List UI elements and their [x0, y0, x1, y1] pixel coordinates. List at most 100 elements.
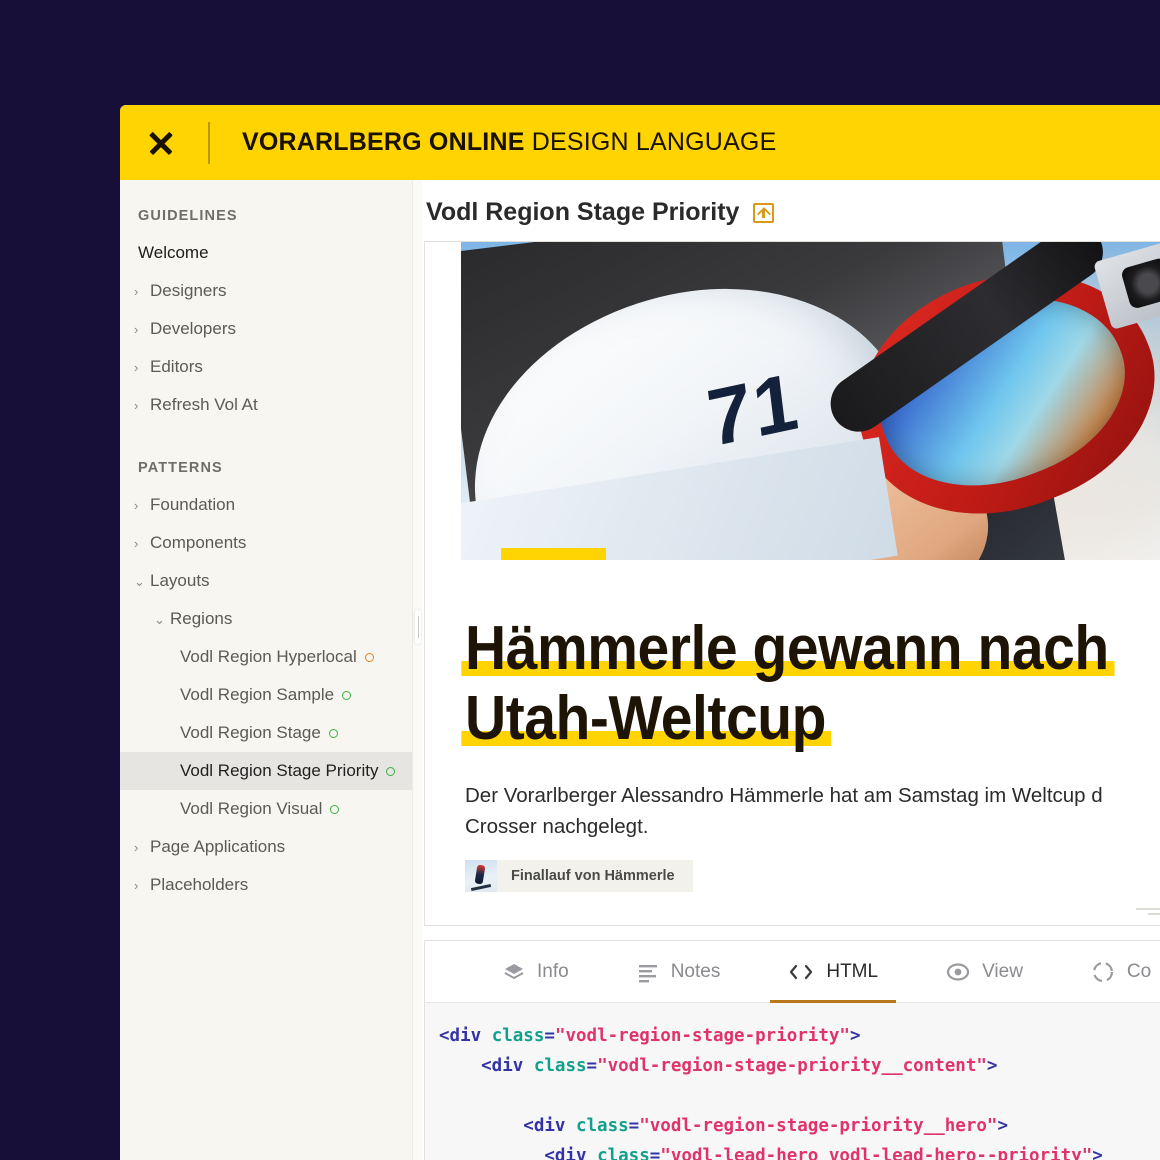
code-token: > [1092, 1146, 1103, 1160]
grip-line [1136, 908, 1160, 910]
code-icon [788, 962, 814, 982]
sidebar-item-designers[interactable]: › Designers [120, 272, 422, 310]
sidebar-item-label: Foundation [150, 495, 236, 514]
sidebar-item-vodl-region-stage[interactable]: Vodl Region Stage [120, 714, 422, 752]
code-token: <div [439, 1026, 482, 1046]
chevron-right-icon: › [134, 321, 139, 337]
app-header: VORARLBERG ONLINE DESIGN LANGUAGE [120, 105, 1160, 180]
page-header: Vodl Region Stage Priority [422, 180, 1160, 241]
code-token: class [533, 1056, 587, 1077]
code-token: > [986, 1056, 998, 1077]
status-dot-green [328, 728, 338, 738]
grip-line [1148, 913, 1160, 915]
code-token: > [849, 1026, 861, 1046]
chevron-right-icon: › [134, 535, 139, 551]
sidebar-item-label: Refresh Vol At [150, 395, 258, 414]
sidebar-item-label: Welcome [138, 243, 209, 262]
sidebar-item-label: Vodl Region Stage Priority [180, 761, 379, 780]
brand-name: VORARLBERG ONLINE [242, 128, 525, 156]
page-title: Vodl Region Stage Priority [426, 198, 740, 226]
code-token: class [575, 1116, 629, 1137]
tab-notes[interactable]: Notes [603, 941, 755, 1002]
sidebar-item-vodl-region-visual[interactable]: Vodl Region Visual [120, 790, 422, 828]
chevron-right-icon: › [134, 397, 139, 413]
list-icon [637, 961, 659, 983]
status-dot-orange [364, 652, 374, 662]
tab-co[interactable]: Co [1057, 941, 1160, 1002]
close-icon[interactable] [144, 126, 178, 160]
sidebar-item-editors[interactable]: › Editors [120, 348, 422, 386]
inspector-panel: Info Notes HTML View Co <div class="vodl-reg… [424, 940, 1160, 1160]
code-line: <div class="vodl-region-stage-priority__… [439, 1111, 1160, 1141]
sidebar: GUIDELINES Welcome › Designers › Developers › E… [120, 180, 422, 1160]
code-token: = [649, 1146, 661, 1160]
code-token: "vodl-region-stage-priority__hero" [639, 1116, 998, 1137]
app-window: VORARLBERG ONLINE DESIGN LANGUAGE GUIDEL… [120, 105, 1160, 1160]
tab-view[interactable]: View [912, 941, 1057, 1002]
html-code-view[interactable]: <div class="vodl-region-stage-priority">… [425, 1003, 1160, 1160]
media-caption: Finallauf von Hämmerle [511, 868, 675, 885]
sidebar-item-regions[interactable]: ⌄ Regions [120, 600, 422, 638]
screen-root: VORARLBERG ONLINE DESIGN LANGUAGE GUIDEL… [0, 0, 1160, 1160]
sidebar-item-vodl-region-sample[interactable]: Vodl Region Sample [120, 676, 422, 714]
code-token: class [597, 1146, 650, 1160]
sidebar-item-label: Vodl Region Visual [180, 799, 323, 818]
layers-icon [503, 961, 525, 983]
sidebar-item-label: Page Applications [150, 837, 286, 856]
code-line: <div class="vodl-lead-hero vodl-lead-her… [439, 1141, 1160, 1160]
sidebar-item-page-applications[interactable]: › Page Applications [120, 828, 422, 866]
brand-title: VORARLBERG ONLINE DESIGN LANGUAGE [242, 128, 776, 157]
sidebar-item-label: Placeholders [150, 875, 249, 894]
inspector-tabbar: Info Notes HTML View Co [425, 941, 1160, 1003]
article-body: Hämmerle gewann nach Utah-Weltcup Der Vo… [425, 560, 1160, 897]
tab-label: HTML [826, 960, 879, 982]
panel-resize-grip[interactable] [1136, 908, 1160, 922]
sidebar-item-developers[interactable]: › Developers [120, 310, 422, 348]
eye-icon [946, 961, 970, 983]
chevron-right-icon: › [134, 877, 139, 893]
tab-label: View [982, 960, 1023, 982]
chevron-down-icon: ⌄ [154, 612, 165, 627]
sidebar-section-gap [120, 424, 422, 446]
main-content: Vodl Region Stage Priority 71 Hämmerle g… [422, 180, 1160, 1160]
code-token: <div [439, 1056, 524, 1077]
sidebar-item-label: Editors [150, 357, 203, 376]
sidebar-item-label: Layouts [150, 571, 210, 590]
chevron-down-icon: ⌄ [134, 574, 145, 589]
code-token: "vodl-region-stage-priority__content" [597, 1056, 987, 1077]
header-divider [208, 121, 210, 164]
code-token: = [628, 1116, 640, 1137]
photo-jersey-number: 71 [702, 355, 805, 464]
chevron-right-icon: › [134, 283, 139, 299]
sidebar-item-label: Vodl Region Stage [180, 723, 321, 742]
sidebar-item-welcome[interactable]: Welcome [120, 234, 422, 272]
sidebar-item-label: Vodl Region Sample [180, 685, 335, 704]
sidebar-item-vodl-region-stage-priority[interactable]: Vodl Region Stage Priority [120, 752, 422, 790]
media-chip[interactable]: Finallauf von Hämmerle [465, 860, 693, 893]
article-headline: Hämmerle gewann nach Utah-Weltcup [461, 618, 1122, 753]
sidebar-item-layouts[interactable]: ⌄ Layouts [120, 562, 422, 600]
status-dot-green [342, 690, 352, 700]
splitter-grip[interactable] [415, 610, 421, 644]
tab-info[interactable]: Info [469, 941, 603, 1002]
sidebar-item-foundation[interactable]: › Foundation [120, 486, 422, 524]
brand-subtitle: DESIGN LANGUAGE [531, 128, 777, 156]
code-token: = [586, 1056, 598, 1077]
sidebar-item-placeholders[interactable]: › Placeholders [120, 866, 422, 904]
preview-inner: 71 Hämmerle gewann nach Utah-Weltcup Der… [425, 242, 1160, 925]
open-external-icon[interactable] [753, 202, 775, 223]
code-line: <div class="vodl-region-stage-priority"> [439, 1021, 1160, 1051]
sidebar-splitter[interactable] [412, 180, 422, 1160]
tab-label: Co [1126, 960, 1152, 982]
status-dot-green [330, 804, 340, 814]
sidebar-item-components[interactable]: › Components [120, 524, 422, 562]
tab-html[interactable]: HTML [754, 941, 912, 1003]
sidebar-item-refresh-vol-at[interactable]: › Refresh Vol At [120, 386, 422, 424]
sidebar-item-vodl-region-hyperlocal[interactable]: Vodl Region Hyperlocal [120, 638, 422, 676]
headline-line-2: Utah-Weltcup [461, 684, 832, 753]
tab-label: Notes [670, 960, 721, 982]
article-lede: Der Vorarlberger Alessandro Hämmerle hat… [465, 780, 1160, 842]
